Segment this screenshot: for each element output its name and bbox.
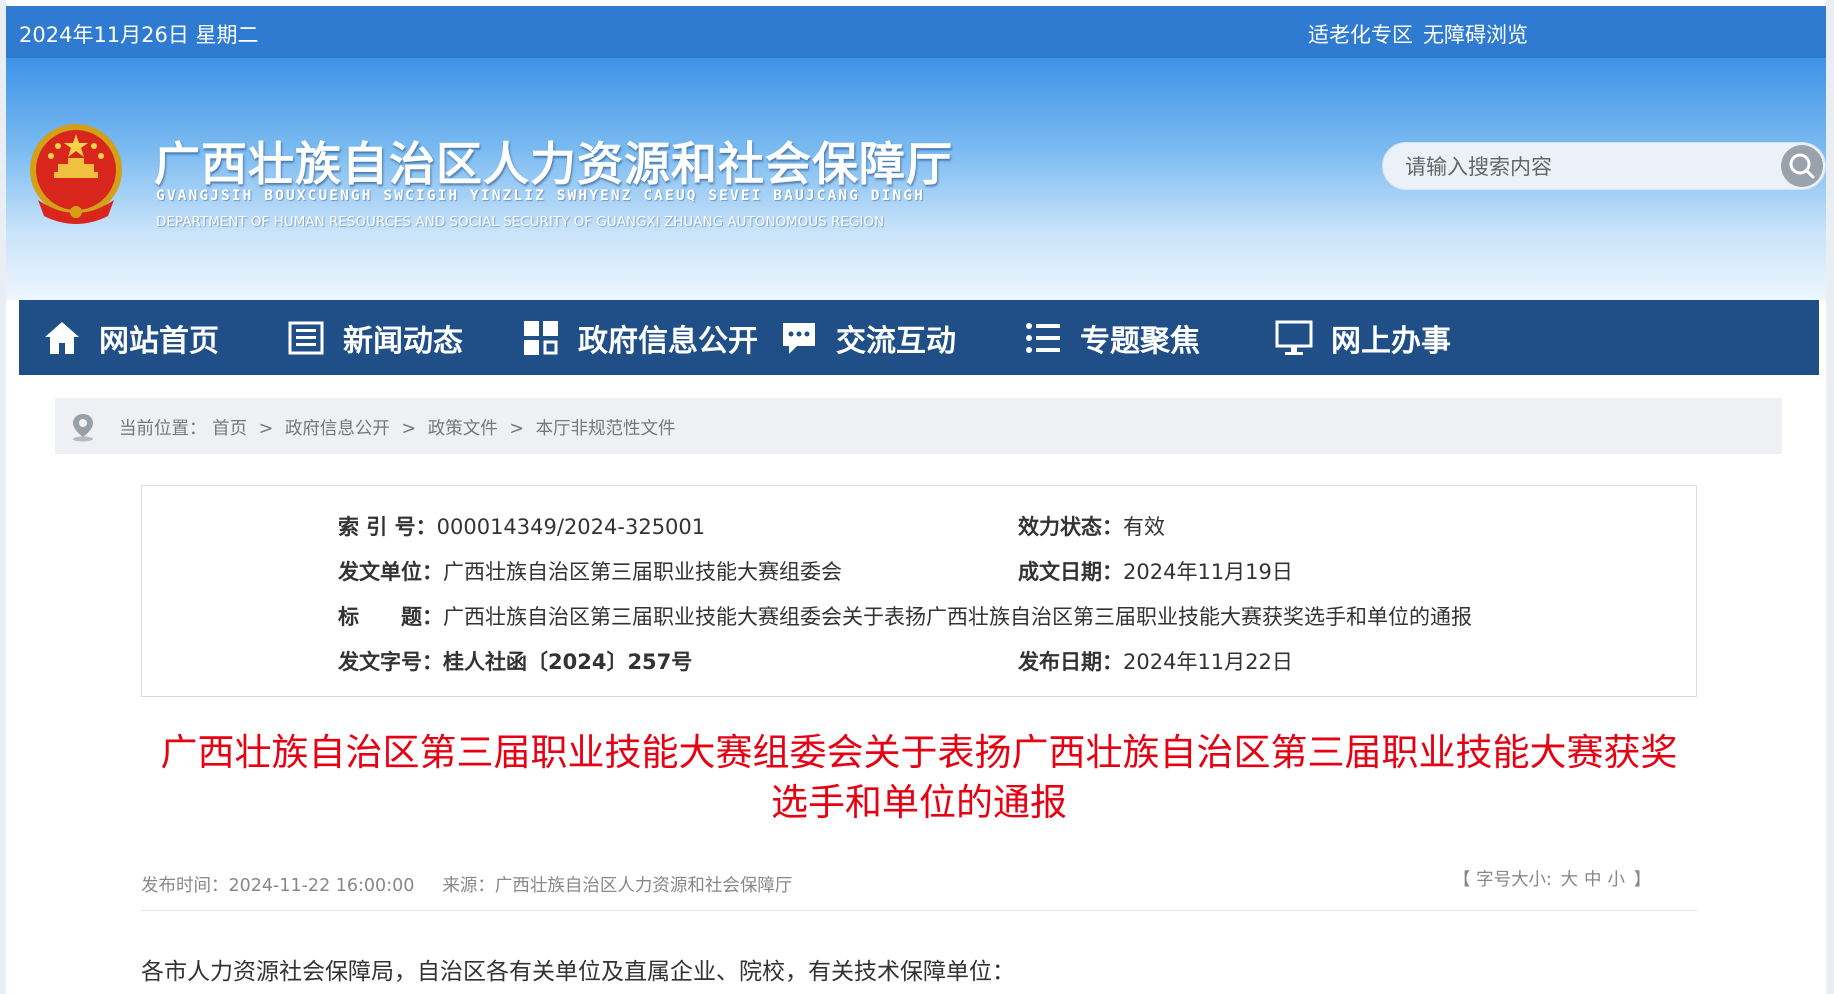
breadcrumb-separator: >: [258, 419, 274, 439]
nav-label-topics: 专题聚焦: [1080, 323, 1200, 359]
search-button[interactable]: [1781, 145, 1823, 187]
search-box: [1382, 142, 1826, 190]
font-size-medium[interactable]: 中: [1584, 870, 1602, 890]
national-emblem-icon: [30, 124, 122, 224]
breadcrumb-separator: >: [509, 419, 524, 439]
article-title-line-2: 选手和单位的通报: [771, 781, 1067, 824]
top-bar: 2024年11月26日 星期二 适老化专区 无障碍浏览: [6, 6, 1826, 58]
article-title-line-1: 广西壮族自治区第三届职业技能大赛组委会关于表扬广西壮族自治区第三届职业技能大赛获…: [160, 731, 1678, 774]
meta-pubdate-label: 发布日期：: [1018, 650, 1123, 674]
header-banner: 广西壮族自治区人力资源和社会保障厅 GVANGJSIH BOUXCUENGH S…: [6, 58, 1826, 300]
meta-status-value: 有效: [1123, 515, 1165, 539]
meta-docno-value: 桂人社函〔2024〕257号: [443, 650, 693, 674]
nav-item-news[interactable]: 新闻动态: [287, 300, 463, 375]
meta-index-value: 000014349/2024-325001: [436, 515, 706, 539]
news-icon: [288, 321, 324, 354]
home-icon: [45, 321, 79, 354]
site-title-english: DEPARTMENT OF HUMAN RESOURCES AND SOCIAL…: [156, 214, 885, 230]
search-icon: [1789, 153, 1815, 179]
meta-pubdate: 发布日期：2024年11月22日: [1018, 646, 1293, 676]
main-nav: 网站首页 新闻动态 政府信息公开 交流互动 专题聚焦 网上办事: [19, 300, 1819, 375]
nav-label-news: 新闻动态: [343, 323, 463, 359]
nav-label-interaction: 交流互动: [836, 323, 956, 359]
meta-date-value: 2024年11月19日: [1123, 560, 1293, 584]
meta-issuer-label: 发文单位：: [338, 560, 443, 584]
nav-item-topics[interactable]: 专题聚焦: [1024, 300, 1200, 375]
nav-item-gov-info[interactable]: 政府信息公开: [522, 300, 758, 375]
breadcrumb-separator: >: [401, 419, 417, 439]
meta-date-label: 成文日期：: [1018, 560, 1123, 584]
nav-item-online-services[interactable]: 网上办事: [1275, 300, 1451, 375]
location-pin-icon: [73, 414, 93, 442]
font-size-close: 】: [1633, 870, 1652, 890]
site-title-zhuang: GVANGJSIH BOUXCUENGH SWCIGIH YINZLIZ SWH…: [156, 188, 925, 204]
article-divider: [141, 910, 1697, 911]
meta-issuer: 发文单位：广西壮族自治区第三届职业技能大赛组委会: [338, 556, 842, 586]
nav-item-home[interactable]: 网站首页: [43, 300, 219, 375]
accessibility-link[interactable]: 无障碍浏览: [1423, 19, 1528, 49]
meta-status: 效力状态：有效: [1018, 511, 1165, 541]
meta-pubdate-value: 2024年11月22日: [1123, 650, 1293, 674]
font-size-small[interactable]: 小: [1608, 870, 1626, 890]
chat-icon: [783, 322, 815, 354]
article-source: 来源：广西壮族自治区人力资源和社会保障厅: [442, 876, 793, 896]
nav-label-gov-info: 政府信息公开: [578, 323, 758, 359]
site-title: 广西壮族自治区人力资源和社会保障厅: [154, 137, 953, 191]
publish-time: 发布时间：2024-11-22 16:00:00: [141, 876, 415, 896]
meta-date: 成文日期：2024年11月19日: [1018, 556, 1293, 586]
font-size-label: 【 字号大小:: [1453, 870, 1552, 890]
monitor-icon: [1275, 320, 1313, 355]
nav-label-home: 网站首页: [99, 323, 219, 359]
font-size-switcher: 【 字号大小: 大中小 】: [1453, 866, 1651, 891]
document-meta-box: 索 引 号：000014349/2024-325001 效力状态：有效 发文单位…: [141, 485, 1697, 697]
breadcrumb-prefix: 当前位置：: [119, 419, 207, 439]
meta-status-label: 效力状态：: [1018, 515, 1123, 539]
breadcrumb-current[interactable]: 本厅非规范性文件: [536, 419, 676, 439]
meta-index: 索 引 号：000014349/2024-325001: [338, 511, 705, 541]
font-size-large[interactable]: 大: [1561, 870, 1579, 890]
grid-icon: [524, 320, 558, 355]
nav-item-interaction[interactable]: 交流互动: [780, 300, 956, 375]
breadcrumb-home[interactable]: 首页: [212, 419, 247, 439]
meta-issuer-value: 广西壮族自治区第三届职业技能大赛组委会: [443, 560, 842, 584]
breadcrumb-policy-docs[interactable]: 政策文件: [428, 419, 498, 439]
article-info: 发布时间：2024-11-22 16:00:00 来源：广西壮族自治区人力资源和社…: [141, 872, 792, 897]
page: 2024年11月26日 星期二 适老化专区 无障碍浏览 广西壮族自治区人力资源和…: [0, 0, 1834, 994]
right-margin-strip: [1826, 0, 1834, 994]
breadcrumb-gov-info[interactable]: 政府信息公开: [285, 419, 390, 439]
elderly-mode-link[interactable]: 适老化专区: [1308, 19, 1413, 49]
meta-title-label: 标 题：: [338, 605, 443, 629]
meta-index-label: 索 引 号：: [338, 515, 437, 539]
article-body-first-line: 各市人力资源社会保障局，自治区各有关单位及直属企业、院校，有关技术保障单位：: [141, 959, 1015, 985]
list-icon: [1026, 322, 1060, 353]
breadcrumb: 当前位置： 首页 > 政府信息公开 > 政策文件 > 本厅非规范性文件: [55, 398, 1782, 454]
meta-docno: 发文字号：桂人社函〔2024〕257号: [338, 646, 692, 676]
meta-docno-label: 发文字号：: [338, 650, 443, 674]
nav-label-online-services: 网上办事: [1331, 323, 1451, 359]
article-title: 广西壮族自治区第三届职业技能大赛组委会关于表扬广西壮族自治区第三届职业技能大赛获…: [141, 728, 1697, 828]
meta-title-value: 广西壮族自治区第三届职业技能大赛组委会关于表扬广西壮族自治区第三届职业技能大赛获…: [443, 605, 1472, 629]
search-input[interactable]: [1405, 152, 1735, 182]
breadcrumb-trail: 当前位置： 首页 > 政府信息公开 > 政策文件 > 本厅非规范性文件: [119, 415, 676, 440]
current-date: 2024年11月26日 星期二: [19, 23, 259, 47]
meta-title: 标 题：广西壮族自治区第三届职业技能大赛组委会关于表扬广西壮族自治区第三届职业技…: [338, 601, 1472, 631]
